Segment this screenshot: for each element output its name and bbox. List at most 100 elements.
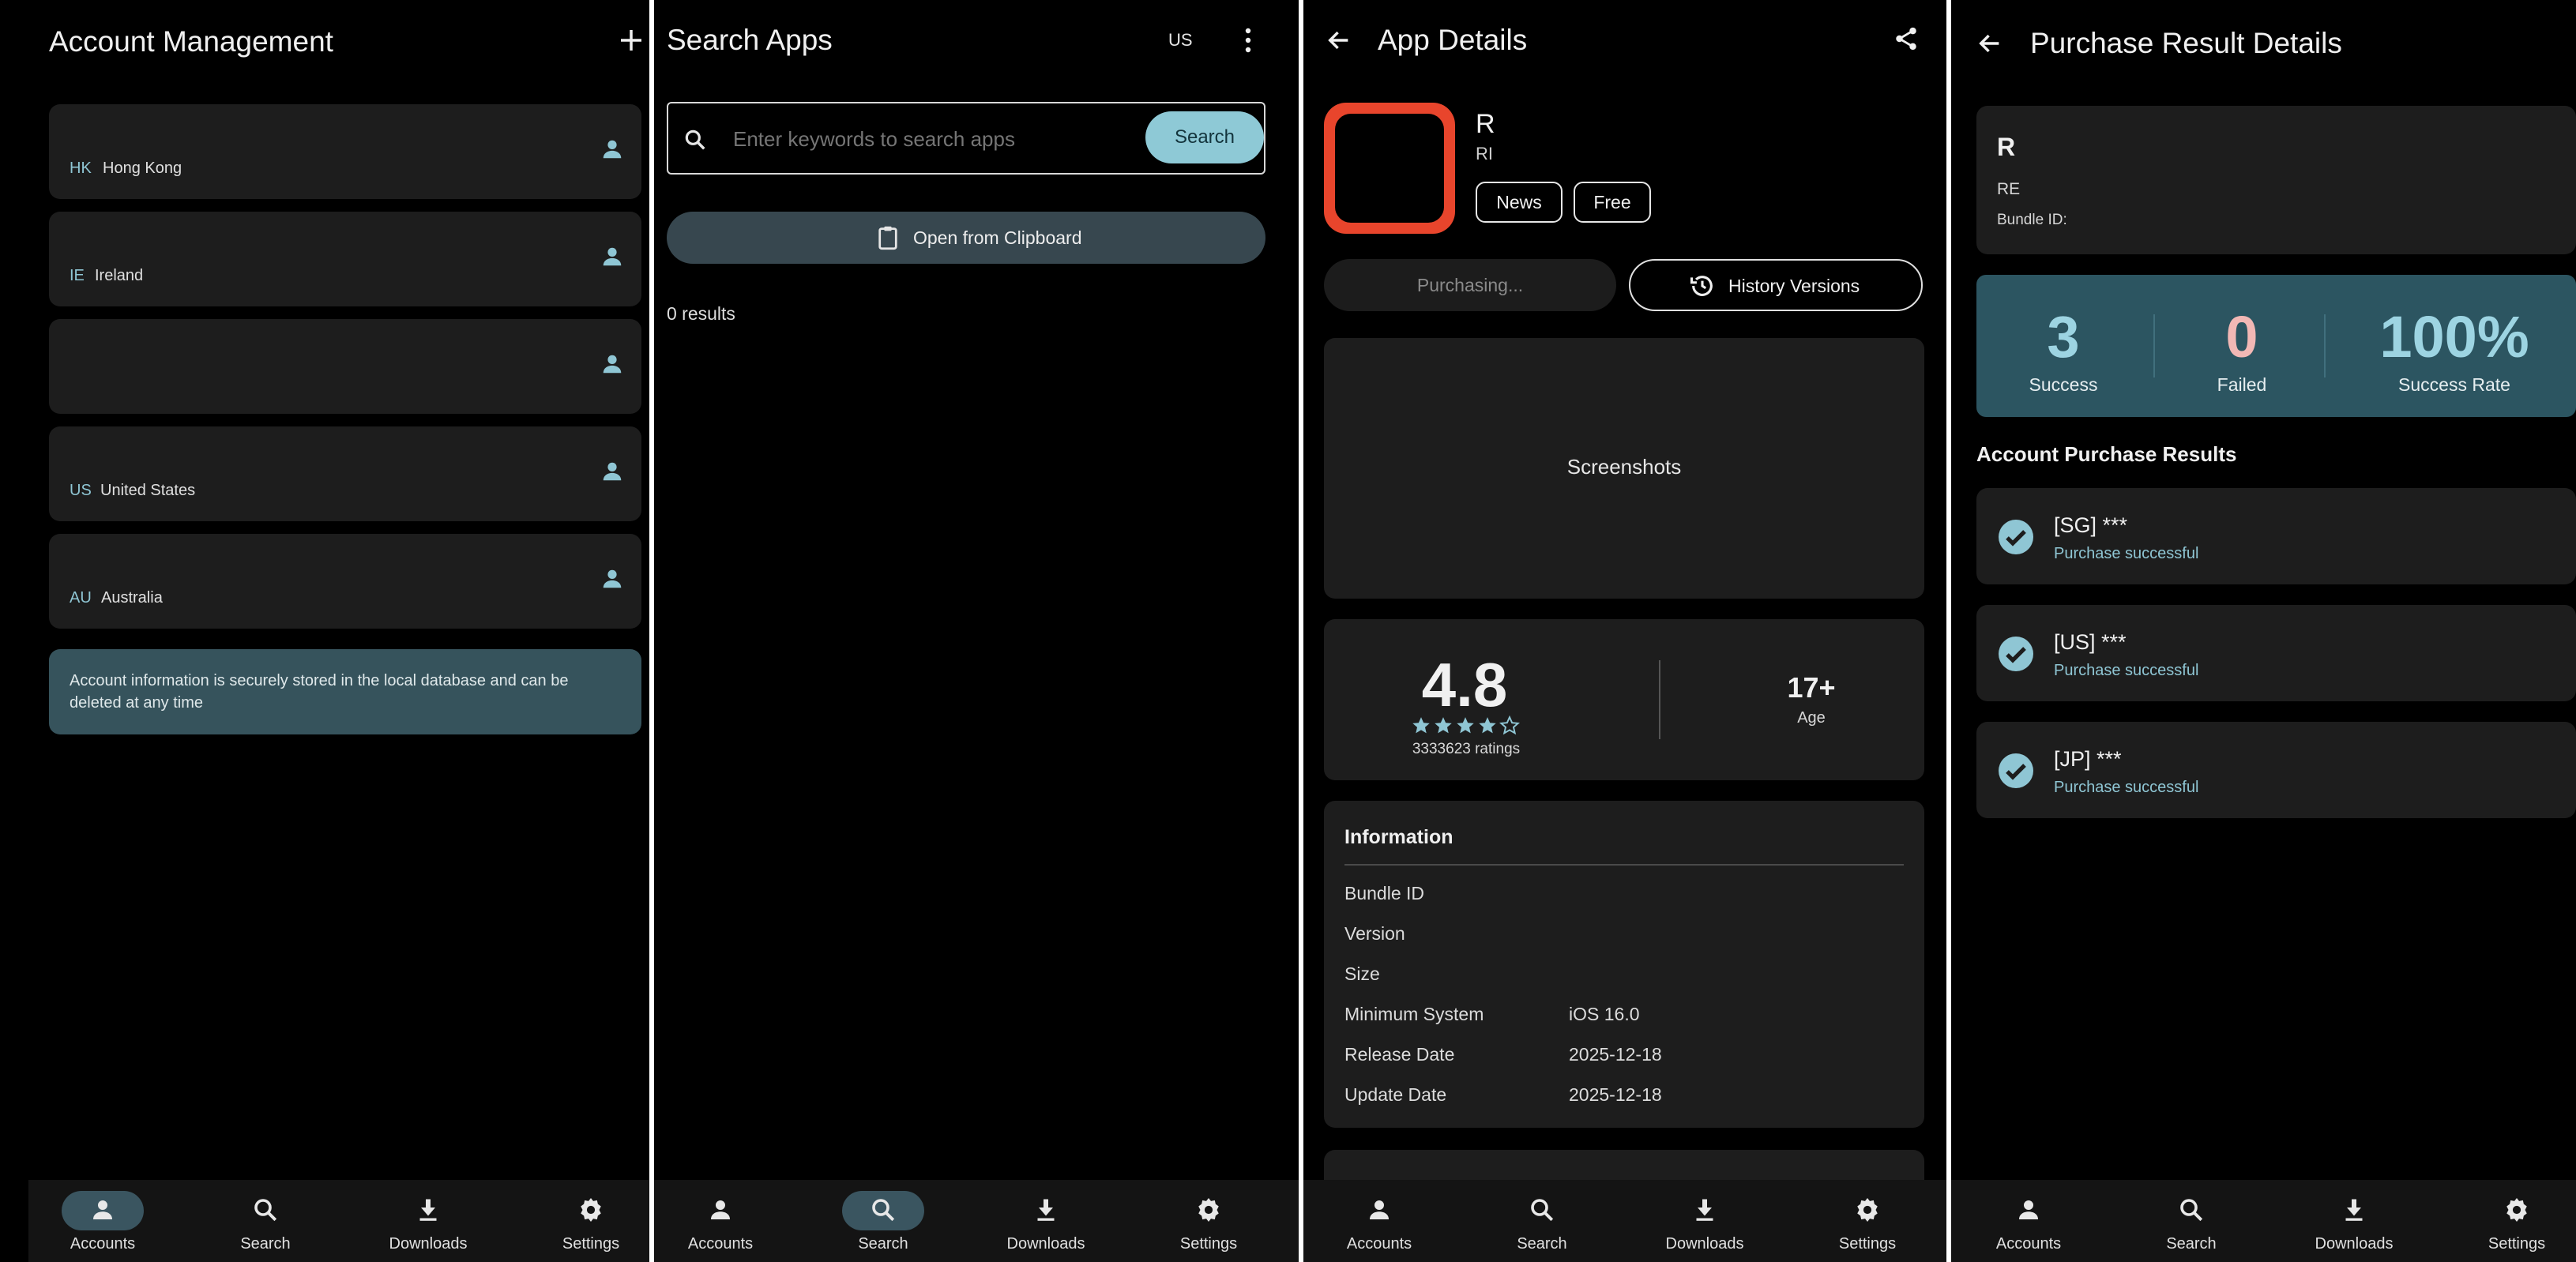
nav-label: Accounts [1346,1235,1412,1253]
nav-settings[interactable]: Settings [543,1180,638,1262]
nav-downloads[interactable]: Downloads [1657,1180,1752,1262]
search-icon [1531,1199,1554,1222]
rating-value: 4.8 [1421,650,1508,719]
information-card: Information Bundle ID Version Size Minim… [1324,801,1924,1128]
nav-settings[interactable]: Settings [2469,1180,2564,1262]
search-input[interactable] [731,121,1130,157]
clipboard-label: Open from Clipboard [913,227,1082,248]
search-icon [872,1199,895,1222]
share-icon [1896,27,1916,51]
app-developer: RE [1997,180,2021,198]
download-icon [1696,1199,1713,1221]
notice-text: Account information is securely stored i… [70,672,569,712]
nav-label: Settings [562,1235,620,1253]
back-button[interactable] [1326,27,1352,54]
info-label: Minimum System [1344,1004,1484,1024]
page-title: Account Management [49,25,333,58]
nav-settings[interactable]: Settings [1161,1180,1256,1262]
info-label: Release Date [1344,1044,1455,1065]
nav-search[interactable]: Search [2144,1180,2239,1262]
result-item: [SG] *** Purchase successful [1976,488,2576,584]
rating-card: 4.8 3333623 ratings 17+ Age [1324,619,1924,780]
bottom-nav: Accounts Search Downloads Settings [1303,1180,1946,1262]
star-icon [1479,717,1496,734]
info-value: iOS 16.0 [1569,1004,1640,1024]
nav-label: Search [1517,1235,1567,1253]
account-card-ie[interactable]: IE Ireland [49,212,641,306]
bottom-nav: Accounts Search Downloads Settings [28,1180,649,1262]
nav-search[interactable]: Search [836,1180,931,1262]
country-code: US [70,482,92,499]
nav-search[interactable]: Search [1495,1180,1589,1262]
account-card-au[interactable]: AU Australia [49,534,641,629]
purchasing-button[interactable]: Purchasing... [1324,259,1616,311]
nav-accounts[interactable]: Accounts [55,1180,150,1262]
nav-accounts[interactable]: Accounts [673,1180,768,1262]
info-label: Bundle ID [1344,883,1425,903]
star-outline-icon [1499,716,1520,735]
page-title: Purchase Result Details [2030,27,2342,59]
download-icon [1037,1199,1055,1221]
clipboard-button[interactable]: Open from Clipboard [667,212,1265,264]
age-rating: 17+ [1787,671,1836,704]
region-selector[interactable]: US [1168,30,1193,51]
page-title: App Details [1378,24,1528,56]
nav-downloads[interactable]: Downloads [381,1180,476,1262]
bottom-nav: Accounts Search Downloads Settings [654,1180,1299,1262]
nav-search[interactable]: Search [218,1180,313,1262]
account-card-hk[interactable]: HK Hong Kong [49,104,641,199]
country-code: IE [70,267,85,284]
check-circle-icon [1999,520,2033,554]
download-icon [419,1199,437,1221]
nav-downloads[interactable]: Downloads [998,1180,1093,1262]
account-card-empty[interactable] [49,319,641,414]
age-label: Age [1797,709,1826,727]
accounts-panel: Account Management HK Hong Kong IE Irela… [0,0,649,1262]
country-name: Australia [101,589,163,607]
search-button[interactable]: Search [1145,111,1264,163]
country-code: HK [70,160,92,177]
plus-icon [621,30,641,51]
stat-divider [2324,314,2326,377]
gear-icon [581,1198,601,1222]
security-notice: Account information is securely stored i… [49,649,641,734]
search-box: Search [667,102,1265,175]
nav-accounts[interactable]: Accounts [1332,1180,1427,1262]
nav-label: Settings [2488,1235,2546,1253]
person-icon [600,460,624,483]
app-developer: RI [1476,144,1493,163]
details-panel: App Details R RI News Free Purchasing...… [1303,0,1946,1262]
share-button[interactable] [1893,25,1920,52]
history-versions-button[interactable]: History Versions [1629,259,1923,311]
country-name: Hong Kong [103,160,182,177]
nav-label: Accounts [70,1235,136,1253]
clipboard-icon [878,226,897,250]
category-tag[interactable]: News [1476,182,1563,223]
more-menu-button[interactable] [1240,27,1256,54]
result-account: [SG] *** [2054,513,2128,537]
result-status: Purchase successful [2054,545,2199,562]
country-code: AU [70,589,92,607]
account-card-us[interactable]: US United States [49,426,641,521]
stat-rate-value: 100% [2379,304,2529,370]
nav-downloads[interactable]: Downloads [2307,1180,2401,1262]
price-tag[interactable]: Free [1574,182,1651,223]
nav-settings[interactable]: Settings [1820,1180,1915,1262]
nav-accounts[interactable]: Accounts [1981,1180,2076,1262]
arrow-back-icon [1328,31,1348,50]
nav-label: Settings [1179,1235,1238,1253]
rating-divider [1659,660,1660,739]
app-name: R [1997,133,2016,161]
result-item: [JP] *** Purchase successful [1976,722,2576,818]
country-name: United States [100,482,196,499]
gear-icon [2506,1198,2527,1222]
add-account-button[interactable] [618,27,645,54]
nav-label: Downloads [2315,1235,2394,1253]
person-icon [93,1200,112,1219]
back-button[interactable] [1976,30,2003,57]
person-icon [600,245,624,269]
bundle-id-label: Bundle ID: [1997,212,2067,228]
arrow-back-icon [1979,34,1999,53]
results-count: 0 results [667,303,735,324]
person-icon [2019,1200,2038,1219]
